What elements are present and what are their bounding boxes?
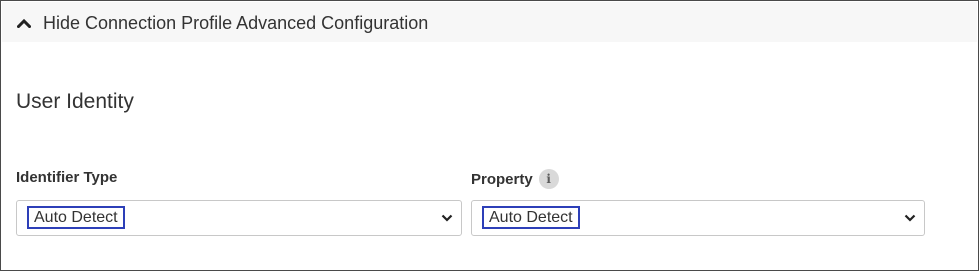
property-selected-value: Auto Detect [482, 206, 580, 229]
property-select[interactable]: Auto Detect [471, 200, 925, 236]
chevron-down-icon [441, 213, 453, 223]
property-label: Property i [471, 169, 559, 189]
chevron-down-icon [904, 213, 916, 223]
identifier-type-selected-value: Auto Detect [27, 206, 125, 229]
hide-advanced-configuration-label: Hide Connection Profile Advanced Configu… [43, 12, 429, 33]
info-icon[interactable]: i [538, 169, 559, 189]
advanced-configuration-panel: Hide Connection Profile Advanced Configu… [0, 0, 979, 271]
chevron-up-icon [17, 18, 31, 28]
identifier-type-label-text: Identifier Type [16, 169, 118, 186]
hide-advanced-configuration-toggle[interactable]: Hide Connection Profile Advanced Configu… [17, 12, 428, 34]
section-title: User Identity [16, 90, 134, 113]
identifier-type-select[interactable]: Auto Detect [16, 200, 462, 236]
property-label-text: Property [471, 170, 533, 188]
identifier-type-label: Identifier Type [16, 169, 117, 186]
